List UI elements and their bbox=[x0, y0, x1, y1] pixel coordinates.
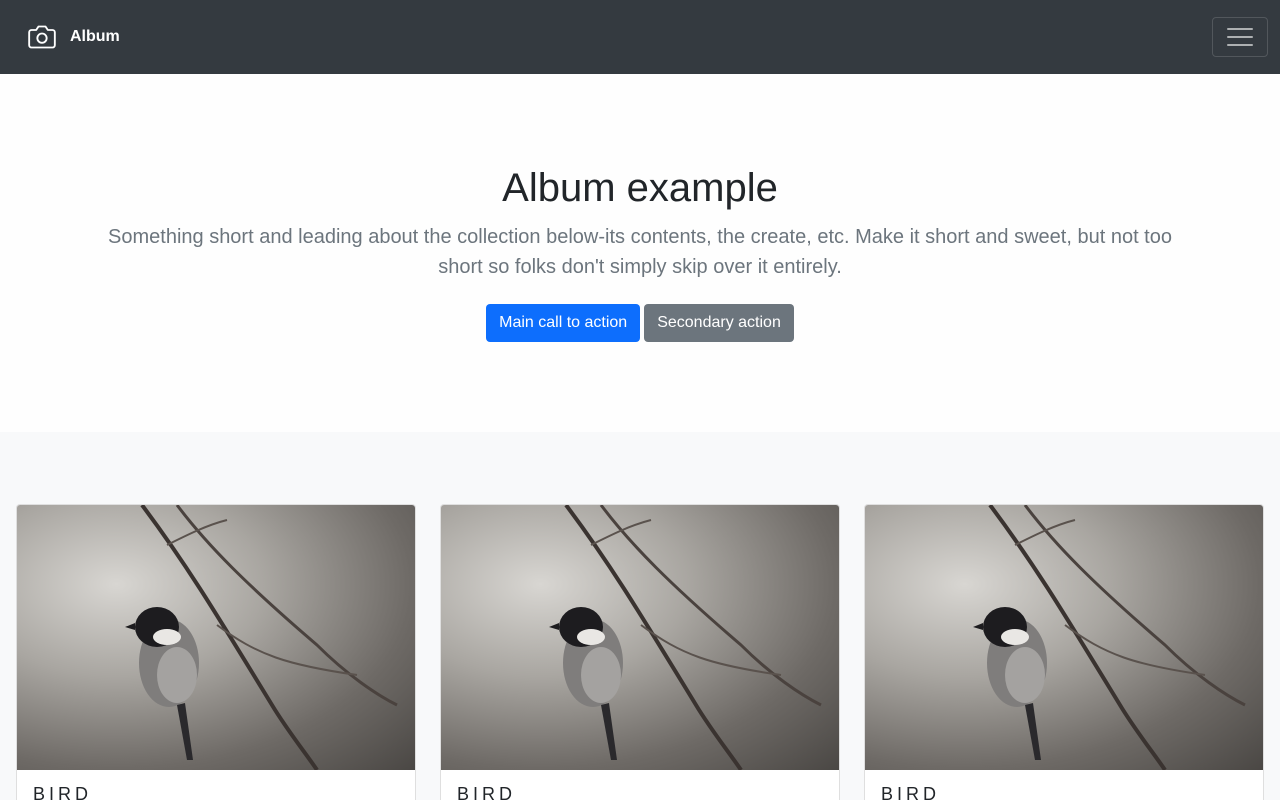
bird-photo bbox=[441, 505, 839, 770]
navbar-toggler-button[interactable] bbox=[1212, 17, 1268, 57]
hamburger-icon bbox=[1227, 44, 1253, 46]
card-body: BIRD bbox=[17, 770, 415, 800]
secondary-action-button[interactable]: Secondary action bbox=[644, 304, 794, 342]
album-card[interactable]: BIRD bbox=[16, 504, 416, 800]
hero-actions: Main call to action Secondary action bbox=[0, 304, 1280, 342]
hero-lead: Something short and leading about the co… bbox=[108, 226, 1172, 278]
main-call-to-action-button[interactable]: Main call to action bbox=[486, 304, 641, 342]
hero-section: Album example Something short and leadin… bbox=[0, 74, 1280, 432]
album-section: BIRD BIRD BIRD bbox=[0, 432, 1280, 800]
bird-photo bbox=[865, 505, 1263, 770]
hamburger-icon bbox=[1227, 28, 1253, 30]
brand-label: Album bbox=[70, 28, 120, 45]
album-card[interactable]: BIRD bbox=[864, 504, 1264, 800]
card-body: BIRD bbox=[441, 770, 839, 800]
card-body: BIRD bbox=[865, 770, 1263, 800]
album-card[interactable]: BIRD bbox=[440, 504, 840, 800]
card-title: BIRD bbox=[457, 784, 517, 800]
navbar: Album bbox=[0, 0, 1280, 74]
bird-photo bbox=[17, 505, 415, 770]
page-title: Album example bbox=[502, 166, 778, 210]
card-title: BIRD bbox=[881, 784, 941, 800]
card-title: BIRD bbox=[33, 784, 93, 800]
camera-icon bbox=[28, 23, 56, 51]
brand-link[interactable]: Album bbox=[28, 23, 120, 51]
hamburger-icon bbox=[1227, 36, 1253, 38]
